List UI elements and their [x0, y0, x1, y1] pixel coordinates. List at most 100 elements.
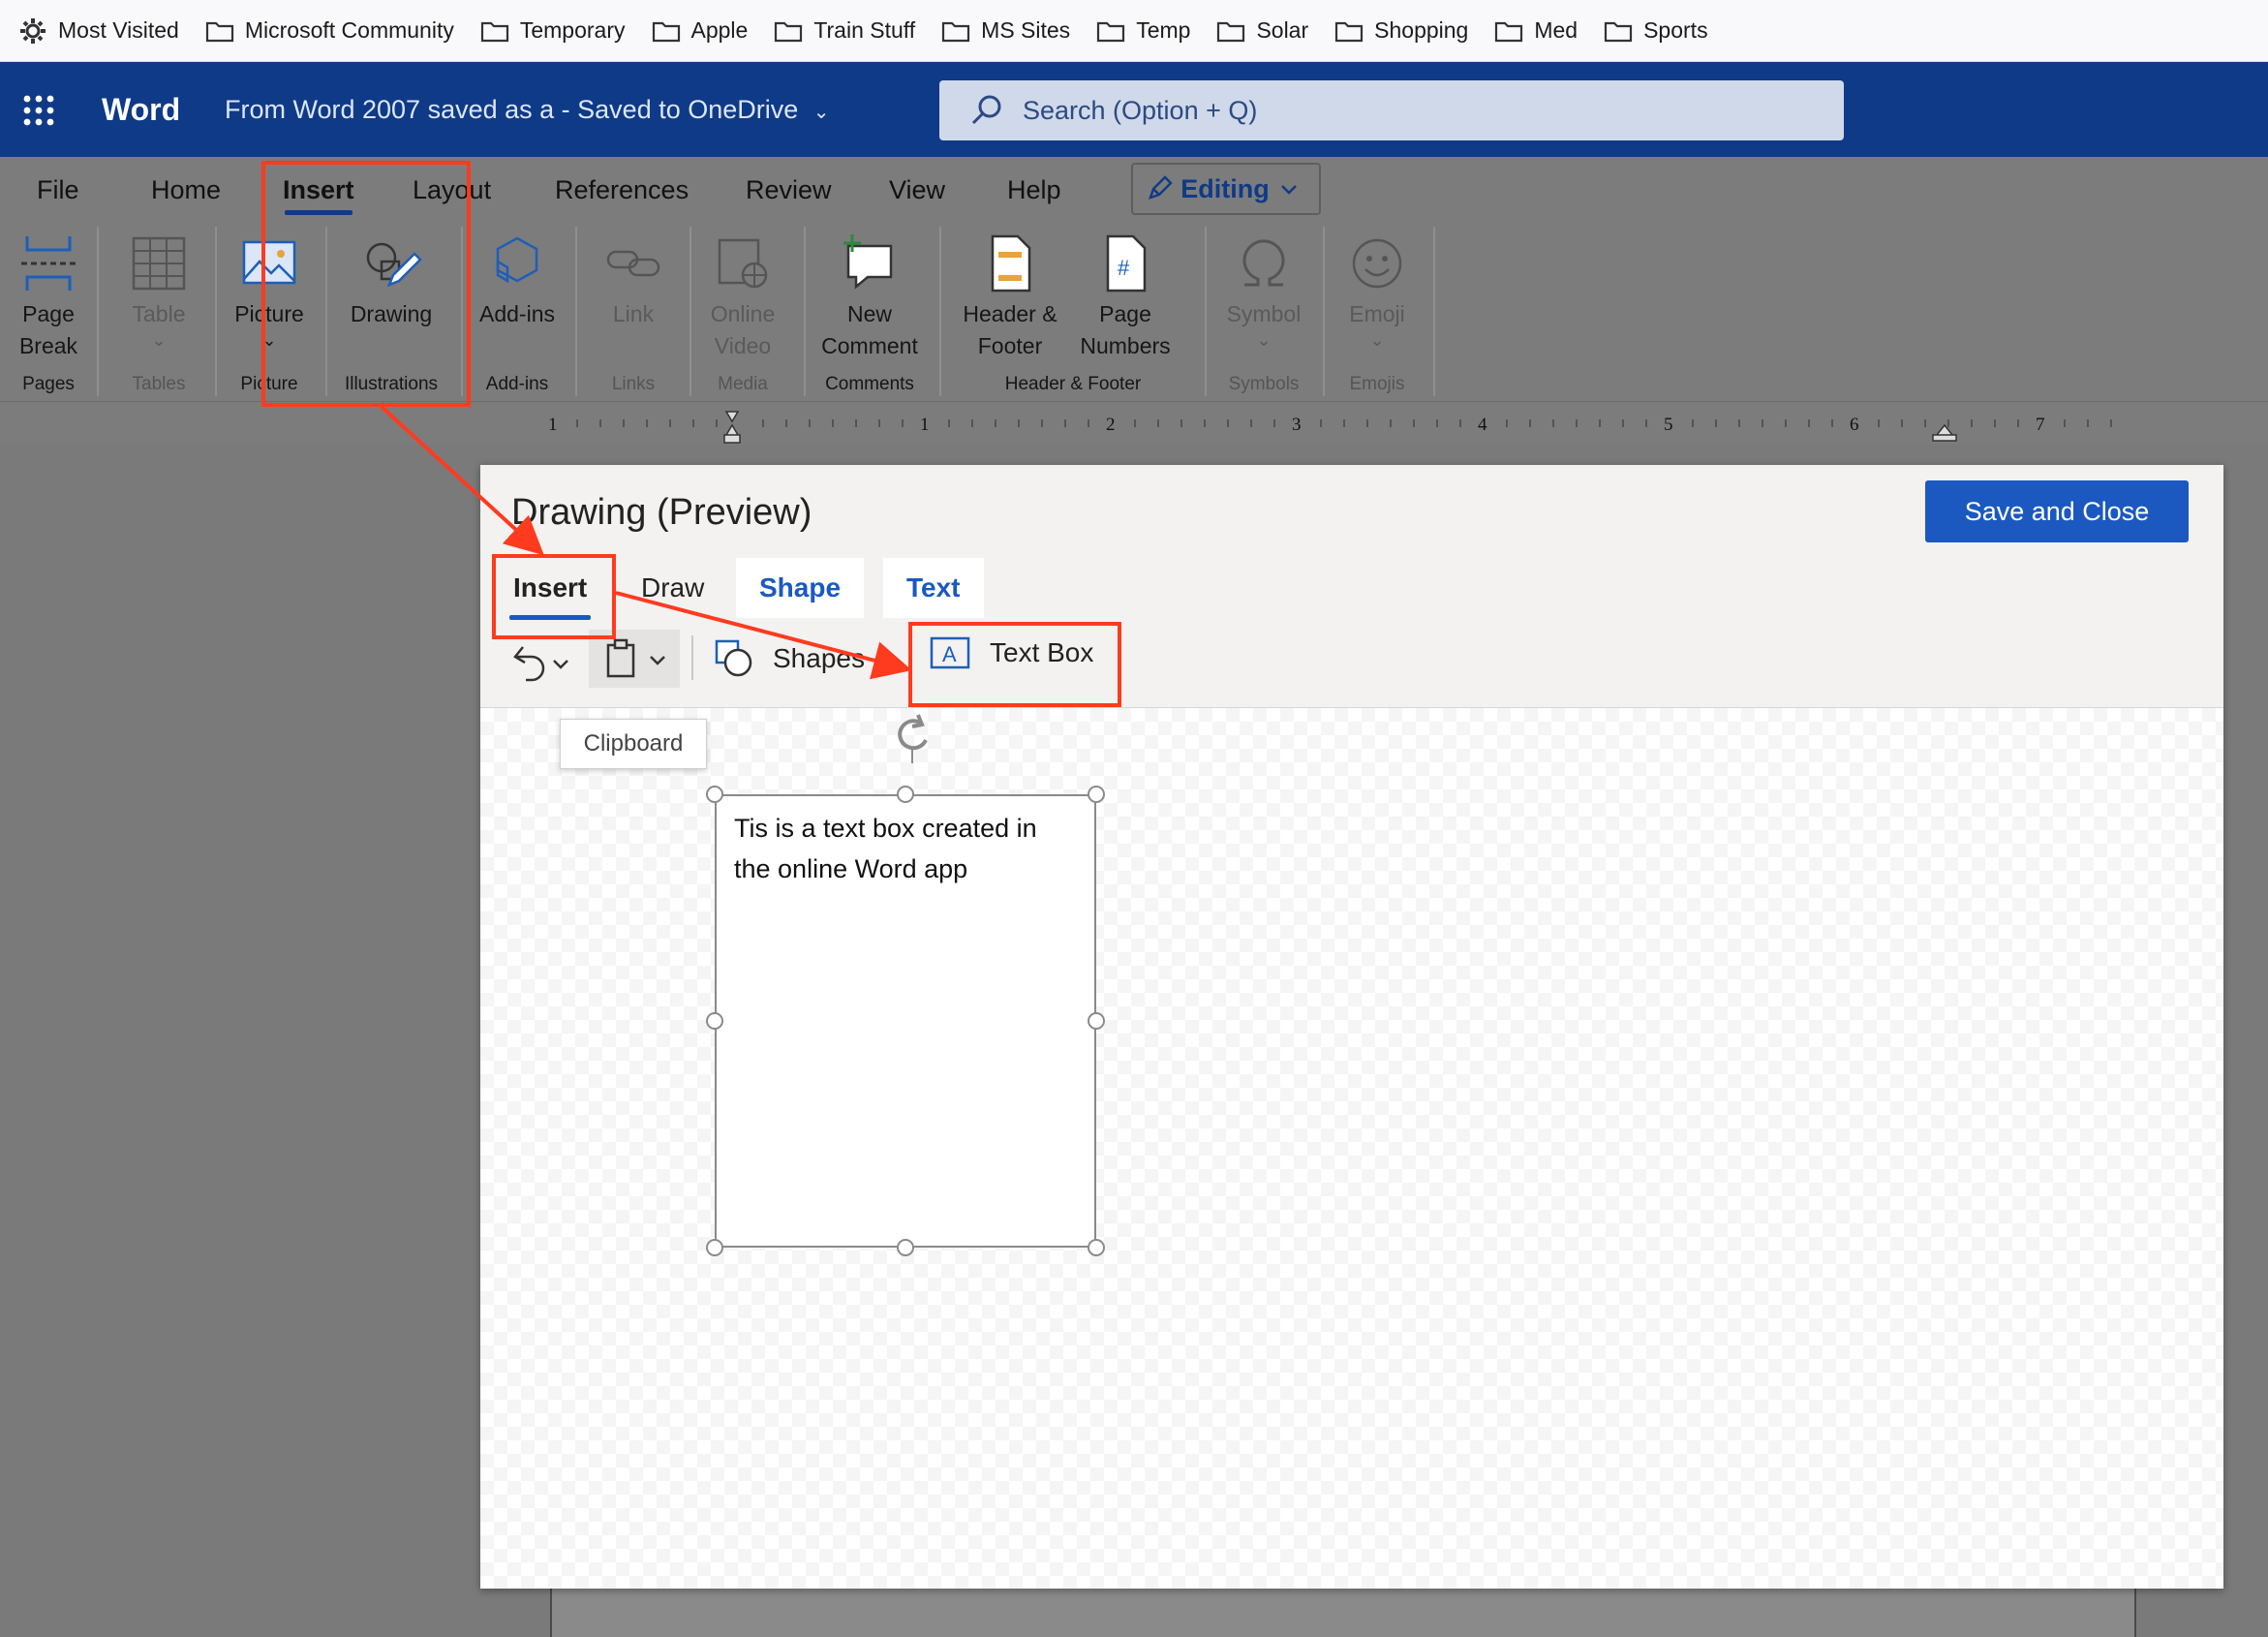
group-comments: Comments — [825, 374, 914, 394]
link-icon — [606, 250, 660, 277]
table-icon — [132, 236, 186, 291]
dialog-tab-draw[interactable]: Draw — [618, 558, 727, 618]
pencil-icon — [1149, 175, 1173, 200]
folder-icon — [1604, 21, 1633, 42]
group-divider — [1323, 227, 1325, 396]
page-break-button[interactable]: Page Break — [14, 232, 83, 362]
dialog-tab-text[interactable]: Text — [883, 558, 984, 618]
ruler-number: 3 — [1292, 415, 1302, 435]
editing-mode-button[interactable]: Editing — [1131, 163, 1321, 215]
resize-handle[interactable] — [1088, 1012, 1105, 1030]
bookmark-label: Apple — [690, 17, 749, 43]
shapes-button[interactable]: Shapes — [713, 630, 894, 688]
undo-icon — [513, 646, 545, 682]
group-divider — [804, 227, 806, 396]
new-comment-button[interactable]: New Comment — [815, 232, 924, 362]
clipboard-tooltip: Clipboard — [560, 719, 707, 769]
emoji-button[interactable]: Emoji ⌄ — [1338, 232, 1416, 350]
link-button[interactable]: Link — [597, 232, 670, 330]
gear-icon — [20, 17, 46, 44]
dialog-title: Drawing (Preview) — [511, 492, 812, 533]
page-numbers-button[interactable]: # Page Numbers — [1067, 232, 1183, 362]
document-name[interactable]: From Word 2007 saved as a - Saved to One… — [225, 62, 830, 157]
horizontal-ruler[interactable]: 1 1 2 3 4 5 6 7 — [0, 401, 2268, 445]
undo-button[interactable] — [509, 639, 577, 686]
tab-view[interactable]: View — [889, 157, 945, 223]
search-placeholder: Search (Option + Q) — [1023, 95, 1258, 125]
chevron-down-icon — [553, 660, 568, 669]
tab-home[interactable]: Home — [151, 157, 221, 223]
text-box-content[interactable]: Tis is a text box created in the online … — [734, 808, 1063, 889]
resize-handle[interactable] — [706, 1239, 723, 1256]
addins-button[interactable]: Add-ins — [475, 232, 560, 330]
chevron-down-icon: ⌄ — [1369, 330, 1385, 350]
bookmark-folder[interactable]: Temp — [1095, 0, 1190, 62]
button-label: Video — [714, 333, 772, 358]
tab-stop-icon[interactable] — [1932, 423, 1957, 442]
bookmark-folder[interactable]: Sports — [1603, 0, 1708, 62]
button-label: Online — [710, 301, 776, 326]
symbol-button[interactable]: Symbol ⌄ — [1222, 232, 1305, 350]
clipboard-icon — [606, 638, 635, 678]
tab-help[interactable]: Help — [1007, 157, 1061, 223]
bookmark-label: Most Visited — [58, 17, 179, 43]
button-label: Symbol — [1226, 301, 1302, 326]
group-links: Links — [611, 374, 656, 394]
dialog-header: Drawing (Preview) Save and Close Insert … — [480, 465, 2223, 708]
save-and-close-button[interactable]: Save and Close — [1925, 480, 2189, 542]
omega-icon — [1242, 239, 1285, 287]
bookmark-folder[interactable]: Shopping — [1333, 0, 1468, 62]
resize-handle[interactable] — [897, 1239, 914, 1256]
bookmark-folder[interactable]: Microsoft Community — [204, 0, 454, 62]
button-label: Table — [132, 301, 186, 326]
resize-handle[interactable] — [706, 1012, 723, 1030]
button-label: Add-ins — [479, 301, 555, 326]
page-numbers-icon: # — [1106, 234, 1147, 293]
text-box-shape[interactable]: Tis is a text box created in the online … — [715, 794, 1096, 1248]
rotate-handle-icon[interactable] — [885, 709, 939, 763]
indent-marker-icon[interactable] — [723, 411, 741, 444]
bookmark-label: Med — [1534, 17, 1578, 43]
bookmark-label: Temp — [1136, 17, 1191, 43]
table-button[interactable]: Table ⌄ — [120, 232, 198, 350]
bookmark-folder[interactable]: Solar — [1215, 0, 1308, 62]
tab-references[interactable]: References — [555, 157, 689, 223]
bookmark-folder[interactable]: Apple — [651, 0, 749, 62]
app-launcher-icon[interactable] — [19, 91, 58, 130]
group-divider — [1433, 227, 1435, 396]
folder-icon — [652, 21, 680, 42]
tab-file[interactable]: File — [37, 157, 79, 223]
ruler-number: 5 — [1664, 415, 1673, 435]
resize-handle[interactable] — [1088, 1239, 1105, 1256]
bookmark-folder[interactable]: Train Stuff — [773, 0, 915, 62]
bookmark-folder[interactable]: MS Sites — [940, 0, 1070, 62]
folder-icon — [775, 21, 803, 42]
shapes-label: Shapes — [773, 643, 865, 673]
button-label: Numbers — [1080, 333, 1171, 358]
bookmark-folder[interactable]: Temporary — [479, 0, 626, 62]
resize-handle[interactable] — [897, 786, 914, 803]
bookmark-most-visited[interactable]: Most Visited — [17, 0, 179, 62]
chevron-down-icon — [875, 655, 891, 664]
resize-handle[interactable] — [706, 786, 723, 803]
button-label: New — [846, 301, 892, 326]
chevron-down-icon — [650, 656, 665, 665]
button-label: Page — [1099, 301, 1151, 326]
page-edge — [550, 1589, 552, 1637]
group-tables: Tables — [132, 374, 186, 394]
group-divider — [575, 227, 577, 396]
resize-handle[interactable] — [1088, 786, 1105, 803]
ruler-number: 2 — [1106, 415, 1116, 435]
button-label: Page — [22, 301, 75, 326]
tab-review[interactable]: Review — [746, 157, 832, 223]
app-name[interactable]: Word — [102, 62, 180, 157]
bookmark-label: Sports — [1643, 17, 1708, 43]
ruler-number: 1 — [920, 415, 930, 435]
chevron-down-icon — [1280, 185, 1297, 195]
header-footer-button[interactable]: Header & Footer — [957, 232, 1063, 362]
dialog-tab-shape[interactable]: Shape — [736, 558, 865, 618]
bookmark-folder[interactable]: Med — [1493, 0, 1578, 62]
button-label: Break — [18, 333, 78, 358]
search-box[interactable]: Search (Option + Q) — [939, 80, 1844, 140]
online-video-button[interactable]: Online Video — [701, 232, 784, 362]
